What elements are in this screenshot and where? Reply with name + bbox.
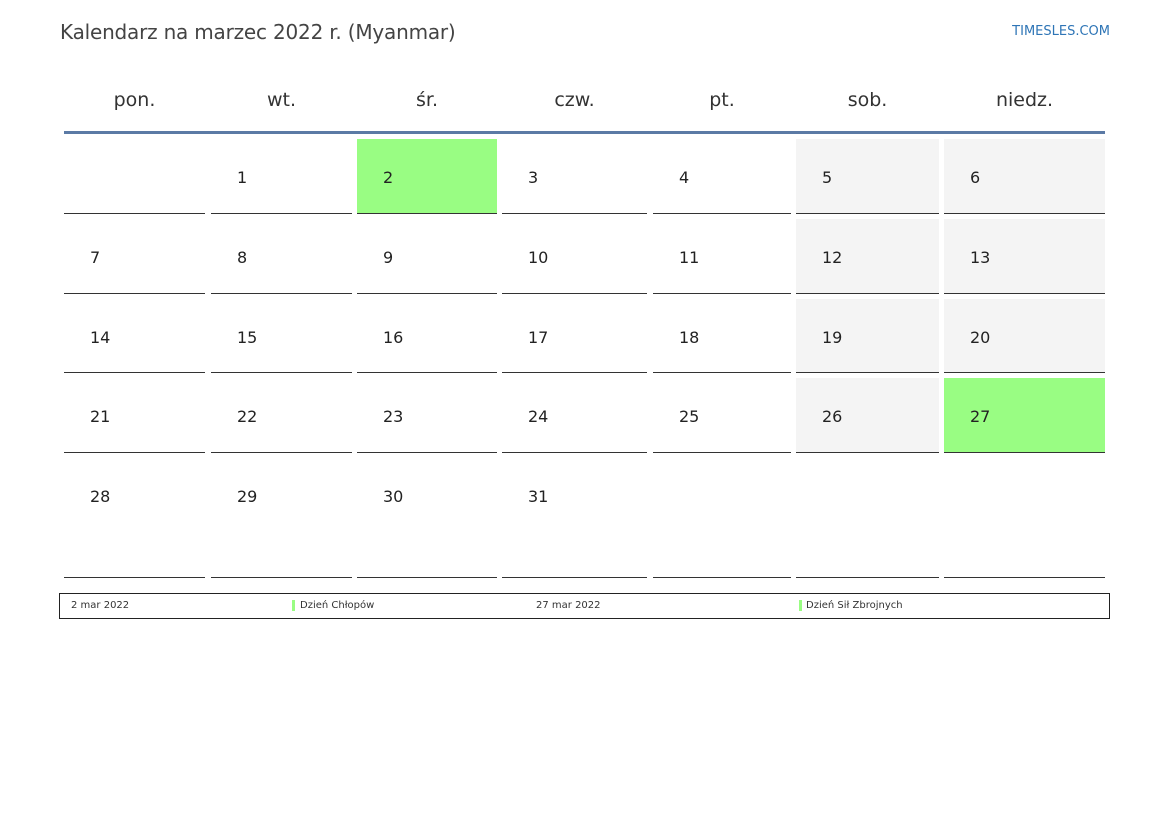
- day-number: 17: [528, 328, 549, 347]
- day-number: 1: [237, 168, 248, 187]
- day-cell-19: 19: [796, 299, 939, 373]
- day-number: 28: [90, 487, 111, 506]
- day-number: 13: [970, 248, 991, 267]
- header-divider: [64, 131, 1105, 134]
- day-cell-15: 15: [211, 299, 352, 373]
- day-number: 6: [970, 168, 981, 187]
- day-number: 27: [970, 407, 991, 426]
- weekday-thu: czw.: [554, 89, 595, 111]
- weekday-tue: wt.: [266, 89, 297, 111]
- day-number: 21: [90, 407, 111, 426]
- day-number: 14: [90, 328, 111, 347]
- day-cell-21: 21: [64, 378, 205, 453]
- day-number: 15: [237, 328, 258, 347]
- brand-link[interactable]: TIMESLES.COM: [1012, 24, 1110, 39]
- holiday-legend: 2 mar 2022 Dzień Chłopów 27 mar 2022 Dzi…: [59, 593, 1110, 619]
- weekday-sat: sob.: [847, 89, 888, 111]
- day-cell-9: 9: [357, 219, 497, 294]
- day-cell-16: 16: [357, 299, 497, 373]
- day-number: 22: [237, 407, 258, 426]
- day-cell-6: 6: [944, 139, 1105, 214]
- day-cell-empty: [944, 458, 1105, 578]
- legend-date: 2 mar 2022: [71, 600, 130, 611]
- day-cell-25: 25: [653, 378, 791, 453]
- day-number: 18: [679, 328, 700, 347]
- legend-holiday-marker: [292, 600, 295, 611]
- day-cell-18: 18: [653, 299, 791, 373]
- day-number: 30: [383, 487, 404, 506]
- day-cell-empty: [796, 458, 939, 578]
- day-cell-2: 2: [357, 139, 497, 214]
- day-cell-31: 31: [502, 458, 647, 578]
- day-number: 10: [528, 248, 549, 267]
- page-title: Kalendarz na marzec 2022 r. (Myanmar): [60, 20, 456, 44]
- day-cell-1: 1: [211, 139, 352, 214]
- weekday-sun: niedz.: [995, 89, 1054, 111]
- day-number: 26: [822, 407, 843, 426]
- day-cell-17: 17: [502, 299, 647, 373]
- day-cell-8: 8: [211, 219, 352, 294]
- day-number: 16: [383, 328, 404, 347]
- legend-date: 27 mar 2022: [536, 600, 601, 611]
- weekday-mon: pon.: [113, 89, 156, 111]
- day-cell-13: 13: [944, 219, 1105, 294]
- day-number: 5: [822, 168, 833, 187]
- weekday-header-row: pon. wt. śr. czw. pt. sob. niedz.: [64, 78, 1105, 132]
- weekday-fri: pt.: [709, 89, 735, 111]
- day-number: 9: [383, 248, 394, 267]
- day-cell-12: 12: [796, 219, 939, 294]
- day-cell-empty: [653, 458, 791, 578]
- day-cell-28: 28: [64, 458, 205, 578]
- day-cell-23: 23: [357, 378, 497, 453]
- weekday-wed: śr.: [415, 89, 438, 111]
- day-cell-3: 3: [502, 139, 647, 214]
- day-cell-4: 4: [653, 139, 791, 214]
- day-cell-24: 24: [502, 378, 647, 453]
- legend-holiday-name: Dzień Chłopów: [300, 600, 375, 611]
- day-number: 23: [383, 407, 404, 426]
- day-number: 19: [822, 328, 843, 347]
- day-number: 12: [822, 248, 843, 267]
- day-number: 31: [528, 487, 549, 506]
- day-number: 7: [90, 248, 101, 267]
- day-number: 4: [679, 168, 690, 187]
- day-cell-30: 30: [357, 458, 497, 578]
- day-number: 2: [383, 168, 394, 187]
- day-cell-10: 10: [502, 219, 647, 294]
- day-cell-7: 7: [64, 219, 205, 294]
- day-number: 3: [528, 168, 539, 187]
- day-cell-14: 14: [64, 299, 205, 373]
- day-number: 20: [970, 328, 991, 347]
- day-cell-29: 29: [211, 458, 352, 578]
- day-number: 24: [528, 407, 549, 426]
- day-cell-5: 5: [796, 139, 939, 214]
- day-cell-empty: [64, 139, 205, 214]
- day-cell-27: 27: [944, 378, 1105, 453]
- day-cell-26: 26: [796, 378, 939, 453]
- day-number: 29: [237, 487, 258, 506]
- day-number: 25: [679, 407, 700, 426]
- legend-holiday-name: Dzień Sił Zbrojnych: [806, 600, 903, 611]
- day-cell-20: 20: [944, 299, 1105, 373]
- legend-holiday-marker: [799, 600, 802, 611]
- day-number: 8: [237, 248, 248, 267]
- day-cell-22: 22: [211, 378, 352, 453]
- day-cell-11: 11: [653, 219, 791, 294]
- day-number: 11: [679, 248, 700, 267]
